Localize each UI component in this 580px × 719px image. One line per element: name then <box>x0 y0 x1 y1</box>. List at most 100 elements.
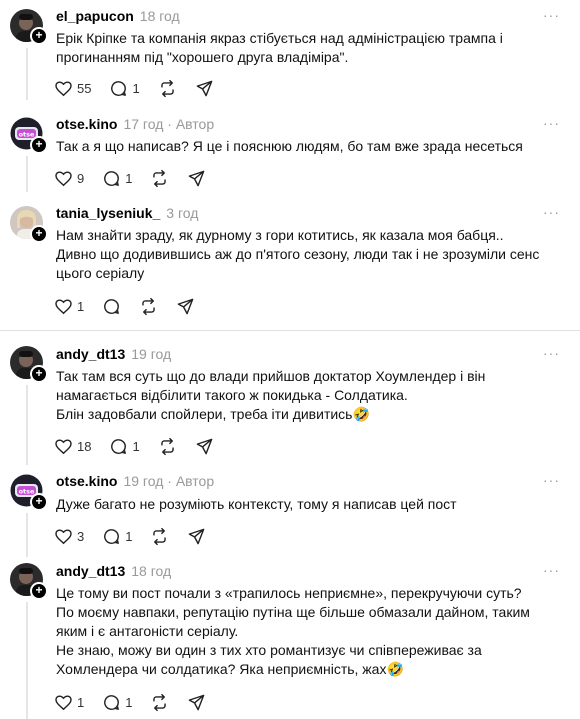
comment-line: Це тому ви пост почали з «трапилось непр… <box>56 585 522 601</box>
comment-icon <box>104 298 120 314</box>
comment-header: andy_dt13 18 год <box>56 563 171 579</box>
reply-count: 1 <box>132 80 140 96</box>
username[interactable]: el_papucon <box>56 8 134 24</box>
comment-line: Так там вся суть що до влади прийшов док… <box>56 368 486 384</box>
share-button[interactable] <box>195 79 214 98</box>
repost-icon <box>160 79 174 97</box>
timestamp[interactable]: 19 год <box>131 346 171 362</box>
reply-button[interactable] <box>102 297 121 316</box>
heart-icon <box>55 528 72 544</box>
comment-text: Це тому ви пост почали з «трапилось непр… <box>56 584 556 679</box>
share-button[interactable] <box>187 693 206 712</box>
share-button[interactable] <box>195 437 214 456</box>
more-options-icon[interactable]: ··· <box>543 345 560 361</box>
follow-plus-icon[interactable]: + <box>30 582 48 600</box>
timestamp[interactable]: 18 год <box>140 8 180 24</box>
follow-plus-icon[interactable]: + <box>30 136 48 154</box>
repost-button[interactable] <box>150 527 169 546</box>
username[interactable]: andy_dt13 <box>56 563 125 579</box>
timestamp[interactable]: 17 год <box>123 116 163 132</box>
comment-line: Ерік Кріпке та компанія якраз стібується… <box>56 30 503 46</box>
repost-button[interactable] <box>139 297 158 316</box>
repost-button[interactable] <box>150 169 169 188</box>
follow-plus-icon[interactable]: + <box>30 225 48 243</box>
author-tag: · Автор <box>167 473 215 489</box>
action-bar: 9 1 <box>54 168 224 188</box>
like-count: 1 <box>77 694 85 710</box>
comment-text: Ерік Кріпке та компанія якраз стібується… <box>56 29 556 67</box>
comment-text: Так а я що написав? Я це і пояснюю людям… <box>56 137 556 156</box>
author-tag: · Автор <box>167 116 215 132</box>
send-icon <box>189 694 205 710</box>
reply-button[interactable]: 1 <box>102 693 132 712</box>
comment-line: намагається відбілити такого ж покидька … <box>56 387 408 403</box>
like-button[interactable]: 1 <box>54 297 84 316</box>
comment-icon <box>104 170 120 186</box>
comment-line: Дивно що додивившись аж до п'ятого сезон… <box>56 246 540 262</box>
heart-icon <box>55 80 72 96</box>
follow-plus-icon[interactable]: + <box>30 493 48 511</box>
reply-count: 1 <box>125 170 133 186</box>
comment-header: el_papucon 18 год <box>56 8 180 24</box>
timestamp[interactable]: 19 год <box>123 473 163 489</box>
more-options-icon[interactable]: ··· <box>543 7 560 23</box>
repost-icon <box>142 297 155 315</box>
comment-icon <box>104 694 120 710</box>
comment-line: яким і є антагоністи серіалу. <box>56 623 239 639</box>
share-button[interactable] <box>187 169 206 188</box>
comment-line: Дуже багато не розуміють контексту, тому… <box>56 496 457 512</box>
more-options-icon[interactable]: ··· <box>543 472 560 488</box>
repost-button[interactable] <box>158 79 177 98</box>
username[interactable]: andy_dt13 <box>56 346 125 362</box>
comment-line: Нам знайти зраду, як дурному з гори коти… <box>56 227 504 243</box>
like-count: 55 <box>77 80 92 96</box>
comment-text: Дуже багато не розуміють контексту, тому… <box>56 495 556 514</box>
repost-button[interactable] <box>158 437 177 456</box>
like-button[interactable]: 9 <box>54 169 84 188</box>
heart-icon <box>55 170 72 186</box>
comment-line: По моєму навпаки, репутацію путіна ще бі… <box>56 604 530 620</box>
send-icon <box>177 298 194 314</box>
timestamp[interactable]: 3 год <box>166 205 198 221</box>
more-options-icon[interactable]: ··· <box>543 204 560 220</box>
thread-line <box>26 513 28 557</box>
comment-text: Так там вся суть що до влади прийшов док… <box>56 367 556 424</box>
comment-header: andy_dt13 19 год <box>56 346 171 362</box>
username[interactable]: otse.kino <box>56 473 117 489</box>
action-bar: 1 <box>54 296 213 316</box>
comment-text: Нам знайти зраду, як дурному з гори коти… <box>56 226 556 283</box>
like-button[interactable]: 1 <box>54 693 84 712</box>
timestamp[interactable]: 18 год <box>131 563 171 579</box>
reply-button[interactable]: 1 <box>109 437 140 456</box>
follow-plus-icon[interactable]: + <box>30 27 48 45</box>
reply-button[interactable]: 1 <box>109 79 140 98</box>
action-bar: 3 1 <box>54 526 224 546</box>
reply-count: 1 <box>132 438 140 454</box>
send-icon <box>189 170 205 186</box>
like-button[interactable]: 18 <box>54 437 91 456</box>
username[interactable]: tania_lyseniuk_ <box>56 205 160 221</box>
like-button[interactable]: 55 <box>54 79 91 98</box>
comment-header: otse.kino 17 год · Автор <box>56 116 214 132</box>
repost-button[interactable] <box>150 693 169 712</box>
repost-icon <box>160 437 174 455</box>
action-bar: 55 1 <box>54 78 232 98</box>
comment-header: tania_lyseniuk_ 3 год <box>56 205 198 221</box>
share-button[interactable] <box>187 527 206 546</box>
more-options-icon[interactable]: ··· <box>543 115 560 131</box>
comment-icon <box>111 438 127 454</box>
share-button[interactable] <box>176 297 195 316</box>
reply-button[interactable]: 1 <box>102 169 132 188</box>
like-button[interactable]: 3 <box>54 527 84 546</box>
follow-plus-icon[interactable]: + <box>30 365 48 383</box>
reply-button[interactable]: 1 <box>102 527 132 546</box>
send-icon <box>196 80 213 96</box>
repost-icon <box>153 693 167 711</box>
comment-line: цього серіалу <box>56 265 145 281</box>
heart-icon <box>55 694 72 710</box>
reply-count: 1 <box>125 694 133 710</box>
more-options-icon[interactable]: ··· <box>543 562 560 578</box>
username[interactable]: otse.kino <box>56 116 117 132</box>
repost-icon <box>153 169 167 187</box>
thread-divider <box>0 330 580 331</box>
